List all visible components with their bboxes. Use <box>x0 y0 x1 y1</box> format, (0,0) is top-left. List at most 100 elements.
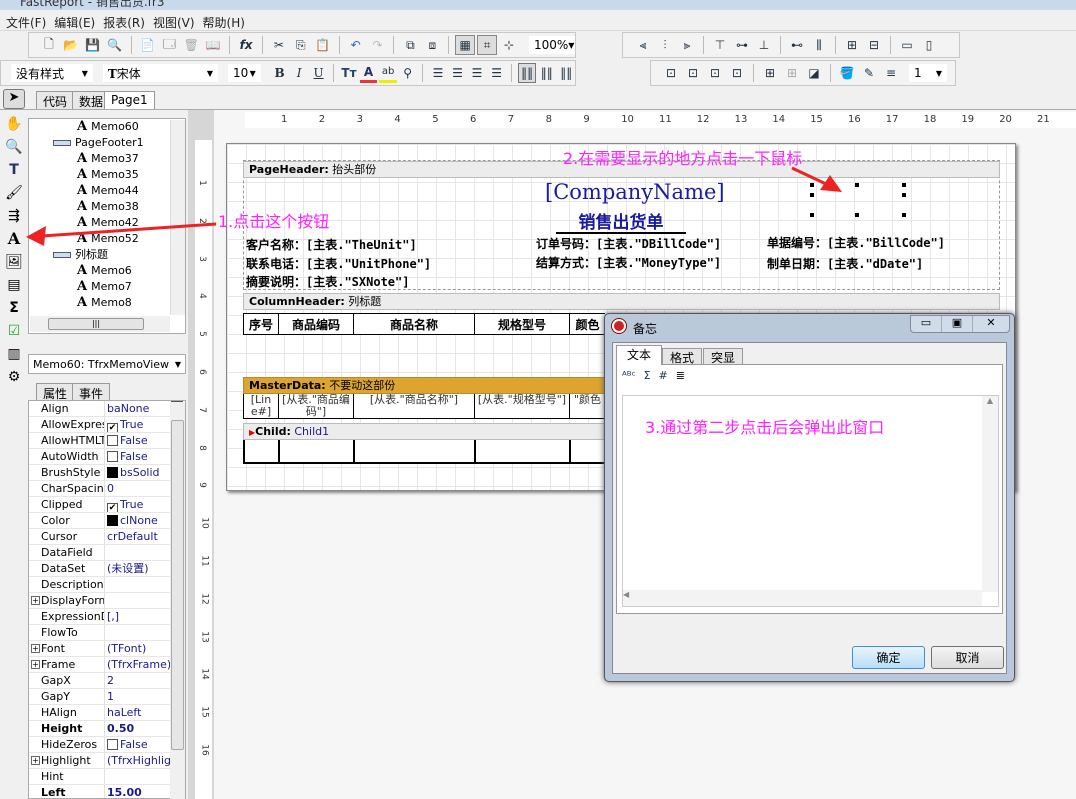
property-row[interactable]: HAlign haLeft <box>29 705 185 721</box>
tree-item[interactable]: A Memo42 <box>29 215 185 231</box>
insert-aggregate-icon[interactable]: Σ <box>644 369 651 382</box>
undo-icon[interactable]: ↶ <box>346 35 366 55</box>
highlight-rules-icon[interactable]: ⚲ <box>399 63 417 83</box>
master-data-cell[interactable]: [从表."商品名称"] <box>353 394 474 418</box>
property-row[interactable]: GapX 2 <box>29 673 185 689</box>
frame-width-select[interactable]: 1 ▼ <box>909 64 947 82</box>
font-color-icon[interactable]: A <box>359 63 378 83</box>
property-row[interactable]: AllowExpress✔True <box>29 417 185 433</box>
checkbox-icon[interactable]: ☑ <box>0 319 28 342</box>
property-row[interactable]: AllowHTMLTa False <box>29 433 185 449</box>
checkbox-unchecked-icon[interactable] <box>107 739 118 750</box>
text-tool-icon[interactable]: T <box>0 158 28 181</box>
property-row[interactable]: + Font (TFont) <box>29 641 185 657</box>
tree-item[interactable]: A Memo6 <box>29 263 185 279</box>
tree-item[interactable]: A Memo8 <box>29 295 185 311</box>
child-cell[interactable] <box>353 440 474 462</box>
sum-icon[interactable]: Σ <box>0 296 28 319</box>
redo-icon[interactable]: ↷ <box>368 35 388 55</box>
font-size-select[interactable]: 10 ▼ <box>227 64 261 82</box>
property-row[interactable]: CharSpacing 0 <box>29 481 185 497</box>
minimize-button[interactable]: ▭ <box>911 316 941 332</box>
frame-all-icon[interactable]: ⊞ <box>760 63 780 83</box>
text-horizontal-scrollbar[interactable]: ◀ <box>623 590 982 606</box>
highlight-icon[interactable]: ab <box>379 63 397 83</box>
shadow-icon[interactable]: ◪ <box>804 63 824 83</box>
column-header-cell[interactable]: 颜色 <box>569 313 605 335</box>
tree-item[interactable]: A Memo44 <box>29 183 185 199</box>
master-data-cell[interactable]: [从表."商品编码"] <box>278 394 353 418</box>
property-row[interactable]: Color clNone <box>29 513 185 529</box>
order-code-memo[interactable]: 订单号码：[主表."DBillCode"] <box>536 235 721 252</box>
expand-icon[interactable]: + <box>31 644 40 653</box>
property-row[interactable]: Hint <box>29 769 185 785</box>
hand-icon[interactable]: ✋ <box>0 112 28 135</box>
frame-color-icon[interactable]: ✎ <box>859 63 879 83</box>
property-row[interactable]: BrushStyle bsSolid <box>29 465 185 481</box>
center-h-icon[interactable]: ⊞ <box>842 35 862 55</box>
tree-item[interactable]: PageFooter1 <box>29 135 185 151</box>
frame-none-icon[interactable]: ⊞ <box>782 63 802 83</box>
same-height-icon[interactable]: ▯ <box>919 35 939 55</box>
child-cell[interactable] <box>243 440 278 462</box>
tree-item[interactable]: A Memo52 <box>29 231 185 247</box>
font-settings-icon[interactable]: Tт <box>340 63 358 83</box>
function-icon[interactable]: fx <box>236 35 256 55</box>
more-objects-icon[interactable]: ⚙ <box>0 365 28 388</box>
format-painter-icon[interactable]: 🖌 <box>0 181 28 204</box>
fill-color-icon[interactable]: 🪣 <box>837 63 857 83</box>
column-header-cell[interactable]: 序号 <box>243 313 278 335</box>
frame-style-icon[interactable]: ≡ <box>881 63 901 83</box>
font-select[interactable]: T宋体 ▼ <box>102 64 218 82</box>
company-name-memo[interactable]: [CompanyName] <box>545 180 725 204</box>
summary-memo[interactable]: 摘要说明：[主表."SXNote"] <box>246 273 409 290</box>
show-grid-icon[interactable]: ▦ <box>455 35 476 55</box>
open-icon[interactable]: 📂 <box>61 35 81 55</box>
ok-button[interactable]: 确定 <box>852 646 925 669</box>
property-row[interactable]: Clipped ✔ True <box>29 497 185 513</box>
property-row[interactable]: Left 15.00 <box>29 785 185 798</box>
tree-item[interactable]: A Memo60 <box>29 119 185 135</box>
insert-field-icon[interactable]: ᴬᴮᶜ <box>622 369 636 382</box>
checkbox-checked-icon[interactable]: ✔ <box>107 423 118 432</box>
align-bottom-icon[interactable]: ⊥ <box>754 35 774 55</box>
menu-item[interactable]: 帮助(H) <box>203 11 253 30</box>
property-row[interactable]: + Frame (TfrxFrame) <box>29 657 185 673</box>
align-grid-icon[interactable]: ⌗ <box>477 35 498 55</box>
tree-item[interactable]: A Memo38 <box>29 199 185 215</box>
property-row[interactable]: GapY 1 <box>29 689 185 705</box>
tab-properties[interactable]: 属性 <box>36 383 75 401</box>
child-cell[interactable] <box>569 440 605 462</box>
tab-code[interactable]: 代码 <box>36 91 75 109</box>
cut-icon[interactable]: ✂ <box>269 35 289 55</box>
property-row[interactable]: +DisplayForma <box>29 593 185 609</box>
new-icon[interactable]: 🗋 <box>39 35 59 55</box>
tab-highlight[interactable]: 突显 <box>703 348 743 365</box>
close-button[interactable]: ✕ <box>972 316 1009 332</box>
frame-left-icon[interactable]: ⊡ <box>705 63 725 83</box>
master-data-cell[interactable]: [Lin e#] <box>243 394 278 418</box>
text-justify-icon[interactable]: ☰ <box>488 63 506 83</box>
valign-center-icon[interactable]: ‖‖ <box>538 63 556 83</box>
menu-item[interactable]: 编辑(E) <box>54 11 103 30</box>
align-center-h-icon[interactable]: ⫶ <box>655 35 675 55</box>
object-select[interactable]: Memo60: TfrxMemoView ▼ <box>28 354 186 374</box>
tree-item[interactable]: A Memo7 <box>29 279 185 295</box>
property-row[interactable]: Height 0.50 <box>29 721 185 737</box>
zoom-icon[interactable]: 🔍 <box>0 135 28 158</box>
picture-icon[interactable]: 🖼 <box>0 250 28 273</box>
column-header-cell[interactable]: 商品编码 <box>278 313 353 335</box>
space-v-icon[interactable]: ⫼ <box>809 35 829 55</box>
tree-horizontal-scrollbar[interactable]: ||| <box>30 316 170 332</box>
master-data-cell[interactable]: "颜色 <box>569 394 605 418</box>
memo-text-area[interactable]: 3.通过第二步点击后会弹出此窗口 ▲ ◀ <box>622 395 999 607</box>
menu-item[interactable]: 视图(V) <box>153 11 203 30</box>
checkbox-checked-icon[interactable]: ✔ <box>107 503 118 512</box>
frame-top-icon[interactable]: ⊡ <box>661 63 681 83</box>
maximize-button[interactable]: ▣ <box>941 316 972 332</box>
menu-item[interactable]: 报表(R) <box>103 11 153 30</box>
subreport-icon[interactable]: ▤ <box>0 273 28 296</box>
insert-format-icon[interactable]: # <box>659 369 668 382</box>
text-align-right-icon[interactable]: ☰ <box>468 63 486 83</box>
valign-top-icon[interactable]: ‖‖ <box>518 63 536 83</box>
